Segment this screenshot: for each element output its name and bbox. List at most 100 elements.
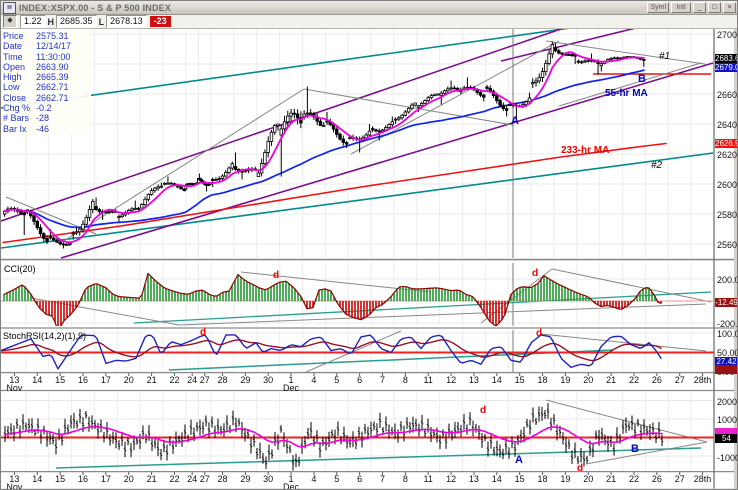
x-axis-day-label: 4 [311,375,316,385]
x-axis-day-label: 28 [217,474,227,484]
chart-annotation: CCI(20) [4,264,36,274]
x-axis-day-label: 8 [403,375,408,385]
x-axis-day-label: 28th [694,375,712,385]
x-axis-day-label: 22 [629,375,639,385]
x-axis-day-label: 15 [515,474,525,484]
x-axis-day-label: 24 [187,375,197,385]
x-axis-day-label: 21 [147,375,157,385]
x-axis-day-label: 18 [538,375,548,385]
x-axis-day-label: 29 [240,474,250,484]
quote-low: 2678.13 [106,15,147,28]
chart-window: ≣ INDEX:XSPX.00 - S & P 500 INDEX Syml I… [0,0,738,490]
x-axis-day-label: 13 [469,474,479,484]
axis-value-box: 2679.07 [715,63,738,72]
y-axis-tick-label: -200.00 [717,319,738,329]
chart-annotation: A [511,115,519,127]
x-axis-day-label: 22 [169,375,179,385]
chart-annotation: 55-hr MA [605,88,648,99]
title-bar[interactable]: ≣ INDEX:XSPX.00 - S & P 500 INDEX Syml I… [1,1,738,15]
x-axis-day-label: 15 [55,375,65,385]
data-window-row: Open2663.90 [3,62,91,72]
quote-menu-icon[interactable]: ◆ [3,15,17,28]
data-window-row: Chg %-0.2 [3,103,91,113]
axis-value-box: -12.49 [715,298,738,307]
y-axis-tick-label: 2560.00 [717,240,738,250]
x-axis-day-label: 17 [101,375,111,385]
x-axis-day-label: 30 [263,474,273,484]
x-axis-day-label: 17 [101,474,111,484]
x-axis-day-label: 8 [403,474,408,484]
x-axis-day-label: 12 [446,474,456,484]
x-axis-day-label: 14 [32,474,42,484]
chart-annotation: A [515,454,523,466]
data-window-row: # Bars-28 [3,113,91,123]
axis-value-box: 2683.60 [715,54,738,63]
chart-annotation: B [631,443,639,455]
x-axis-day-label: 20 [124,375,134,385]
axis-value-box: 2626.97 [715,139,738,148]
titlebar-buttons: Syml Intl _ □ × [647,2,738,13]
data-window-row: High2665.39 [3,72,91,82]
y-axis-tick-label: 2600.00 [717,180,738,190]
x-axis-day-label: 15 [515,375,525,385]
x-axis-day-label: 20 [583,474,593,484]
chart-annotation: d [200,327,206,338]
close-button[interactable]: × [723,2,736,13]
y-axis-tick-label: 2660.00 [717,90,738,100]
x-axis-day-label: 4 [311,474,316,484]
x-axis-day-label: 12 [446,375,456,385]
x-axis-day-label: 13 [469,375,479,385]
quote-high-label: H [48,17,55,27]
x-axis-day-label: 16 [78,474,88,484]
quote-high: 2685.35 [56,15,97,28]
x-axis-day-label: 11 [424,375,433,385]
x-axis-day-label: 7 [380,474,385,484]
data-window: Price2575.31Date12/14/17Time11:30:00Open… [3,31,91,134]
y-axis-tick-label: 2000 [717,397,738,407]
chart-annotation: B [638,73,646,85]
y-axis-tick-label: 100.00 [717,329,738,339]
data-window-row: Bar Ix-46 [3,124,91,134]
x-axis-day-label: 15 [55,474,65,484]
data-window-row: Low2662.71 [3,82,91,92]
x-axis-day-label: 28th [694,474,712,484]
data-window-row: Close2662.71 [3,93,91,103]
interval-button[interactable]: Intl [671,2,691,13]
app-icon: ≣ [3,2,16,14]
x-axis-day-label: 27 [675,375,685,385]
x-axis-day-label: 21 [606,375,616,385]
quote-low-label: L [99,17,105,27]
x-axis-month-label: Nov [6,482,22,490]
chart-annotation: d [536,328,542,339]
window-title: INDEX:XSPX.00 - S & P 500 INDEX [19,3,171,13]
x-axis-day-label: 22 [629,474,639,484]
chart-canvas[interactable]: #1B55-hr MAA233-hr MA#2CCI(20)ddStochRSI… [1,1,738,490]
x-axis-day-label: 11 [424,474,433,484]
y-axis-tick-label: -1000 [717,453,738,463]
maximize-button[interactable]: □ [708,2,721,13]
x-axis-day-label: 14 [492,375,502,385]
chart-annotation: #2 [651,160,663,171]
x-axis-day-label: 29 [240,375,250,385]
data-window-row: Time11:30:00 [3,52,91,62]
x-axis-day-label: 26 [652,375,662,385]
x-axis-day-label: 5 [334,375,339,385]
quote-change-badge: -23 [150,16,171,27]
symbol-button[interactable]: Syml [647,2,669,13]
x-axis-day-label: 6 [357,375,362,385]
x-axis-month-label: Nov [6,383,22,393]
quote-change: 1.22 [20,15,46,28]
chart-annotation: d [532,268,538,279]
y-axis-tick-label: 2620.00 [717,150,738,160]
y-axis-tick-label: 2580.00 [717,210,738,220]
x-axis-day-label: 27 [675,474,685,484]
x-axis-day-label: 26 [652,474,662,484]
chart-annotation: d [480,405,486,416]
chart-annotation: 233-hr MA [561,145,609,156]
x-axis-month-label: Dec [283,383,299,393]
x-axis-day-label: 14 [32,375,42,385]
x-axis-month-label: Dec [283,482,299,490]
minimize-button[interactable]: _ [693,2,706,13]
x-axis-day-label: 19 [560,375,570,385]
data-window-row: Price2575.31 [3,31,91,41]
